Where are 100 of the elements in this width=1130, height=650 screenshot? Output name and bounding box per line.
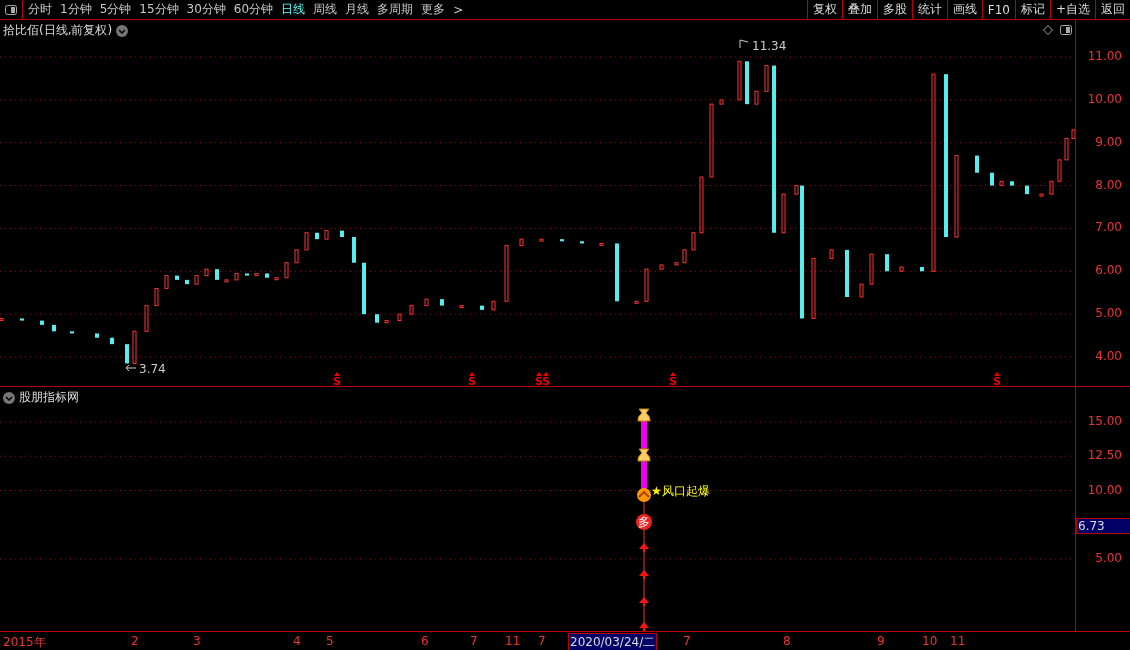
price-tick: 10.00 xyxy=(1087,91,1122,106)
candlestick xyxy=(20,318,24,321)
candlestick xyxy=(737,60,742,101)
candlestick xyxy=(682,249,687,264)
candlestick xyxy=(1057,159,1062,182)
candlestick xyxy=(491,300,496,311)
low-pointer-icon xyxy=(125,364,137,372)
indicator-tick: 12.50 xyxy=(1087,448,1122,463)
candlestick xyxy=(975,155,979,173)
candlestick xyxy=(869,253,874,285)
candlestick xyxy=(362,262,366,315)
toolbar-button[interactable]: +自选 xyxy=(1049,0,1095,19)
price-tick: 4.00 xyxy=(1095,349,1122,363)
candlestick xyxy=(125,344,129,364)
candlestick xyxy=(440,299,444,306)
candlestick xyxy=(144,305,149,332)
candlestick xyxy=(459,305,464,309)
date-axis-label: 5 xyxy=(326,634,334,648)
date-axis-label: 9 xyxy=(877,634,885,648)
period-tab[interactable]: 周线 xyxy=(313,1,338,18)
date-axis-label: 2 xyxy=(131,634,139,648)
toolbar-button[interactable]: 返回 xyxy=(1095,0,1130,19)
up-arrow-icon xyxy=(639,570,649,579)
toolbar-button[interactable]: 多股 xyxy=(876,0,912,19)
high-price-label: 11.34 xyxy=(752,39,787,53)
toolbar-button[interactable]: 画线 xyxy=(946,0,982,19)
price-tick: 8.00 xyxy=(1095,177,1122,192)
candlestick xyxy=(284,262,289,279)
toolbar-button[interactable]: 标记 xyxy=(1014,0,1050,19)
diamond-icon[interactable] xyxy=(1043,25,1053,35)
candlestick xyxy=(504,245,509,302)
toolbar-button[interactable]: F10 xyxy=(981,0,1015,19)
candlestick xyxy=(659,264,664,270)
candlestick xyxy=(1071,129,1075,139)
dropdown-icon[interactable] xyxy=(3,391,15,404)
indicator-tick: 15.00 xyxy=(1087,414,1122,428)
chart-title: 拾比佰(日线,前复权) xyxy=(3,22,113,39)
period-tab[interactable]: 60分钟 xyxy=(233,1,274,18)
current-value-label: 6.73 xyxy=(1076,518,1130,534)
panel-toggle-icon[interactable] xyxy=(5,4,17,15)
period-tab[interactable]: 多周期 xyxy=(377,1,414,18)
candlestick xyxy=(539,238,544,242)
candlestick xyxy=(304,232,309,251)
period-tab[interactable]: 分时 xyxy=(28,1,52,18)
price-tick: 7.00 xyxy=(1095,220,1122,235)
period-tab[interactable]: 月线 xyxy=(345,1,370,18)
up-arrow-icon xyxy=(639,597,649,606)
candlestick xyxy=(70,331,74,334)
candlestick xyxy=(424,298,429,307)
candlestick xyxy=(674,262,679,266)
indicator-tick: 10.00 xyxy=(1087,482,1122,497)
indicator-title: 股朋指标网 xyxy=(19,389,79,406)
price-tick: 6.00 xyxy=(1095,263,1122,278)
candlestick xyxy=(990,172,994,186)
candlestick xyxy=(885,254,889,272)
candlestick xyxy=(719,99,724,105)
candlestick xyxy=(1039,193,1044,197)
candlestick xyxy=(615,243,619,302)
candlestick xyxy=(154,287,159,307)
toolbar-button[interactable]: 统计 xyxy=(911,0,947,19)
period-tab[interactable]: 更多 xyxy=(421,1,446,18)
panel-toggle-icon[interactable] xyxy=(1060,25,1072,35)
period-tab[interactable]: 15分钟 xyxy=(139,1,179,18)
more-chevron[interactable]: > xyxy=(453,2,464,17)
toolbar-button[interactable]: 叠加 xyxy=(841,0,877,19)
period-tab[interactable]: 1分钟 xyxy=(60,1,92,18)
signal-annotation: ★风口起爆 xyxy=(651,483,710,500)
candlestick xyxy=(40,320,44,325)
candlestick xyxy=(781,193,786,234)
candlestick xyxy=(352,237,356,263)
date-axis-label: 7 xyxy=(538,634,546,648)
candlestick xyxy=(560,239,564,242)
price-tick: 5.00 xyxy=(1095,306,1122,321)
candlestick xyxy=(599,242,604,246)
candlestick xyxy=(899,266,904,272)
toolbar-button[interactable]: 复权 xyxy=(806,0,842,19)
signal-badge: 多 xyxy=(636,514,652,530)
candlestick xyxy=(110,337,114,345)
price-tick: 9.00 xyxy=(1095,134,1122,149)
candlestick xyxy=(754,90,759,105)
candlestick xyxy=(1010,181,1014,186)
period-tab[interactable]: 日线 xyxy=(281,1,306,18)
candlestick xyxy=(811,257,816,319)
candlestick xyxy=(920,267,924,272)
date-axis-label: 8 xyxy=(783,634,791,648)
candlestick xyxy=(480,305,484,310)
date-axis-label: 11 xyxy=(950,634,966,648)
period-tab[interactable]: 5分钟 xyxy=(99,1,132,18)
date-axis-label: 10 xyxy=(922,634,938,648)
candlestick xyxy=(519,238,524,247)
candlestick xyxy=(634,300,639,304)
candlestick xyxy=(691,232,696,251)
candlestick xyxy=(699,176,704,234)
candlestick xyxy=(764,65,769,92)
indicator-tick: 5.00 xyxy=(1095,551,1122,565)
dropdown-icon[interactable] xyxy=(116,24,129,37)
candlestick xyxy=(340,230,344,237)
candlestick xyxy=(1064,137,1069,161)
period-tab[interactable]: 30分钟 xyxy=(186,1,226,18)
candlestick xyxy=(245,273,249,276)
